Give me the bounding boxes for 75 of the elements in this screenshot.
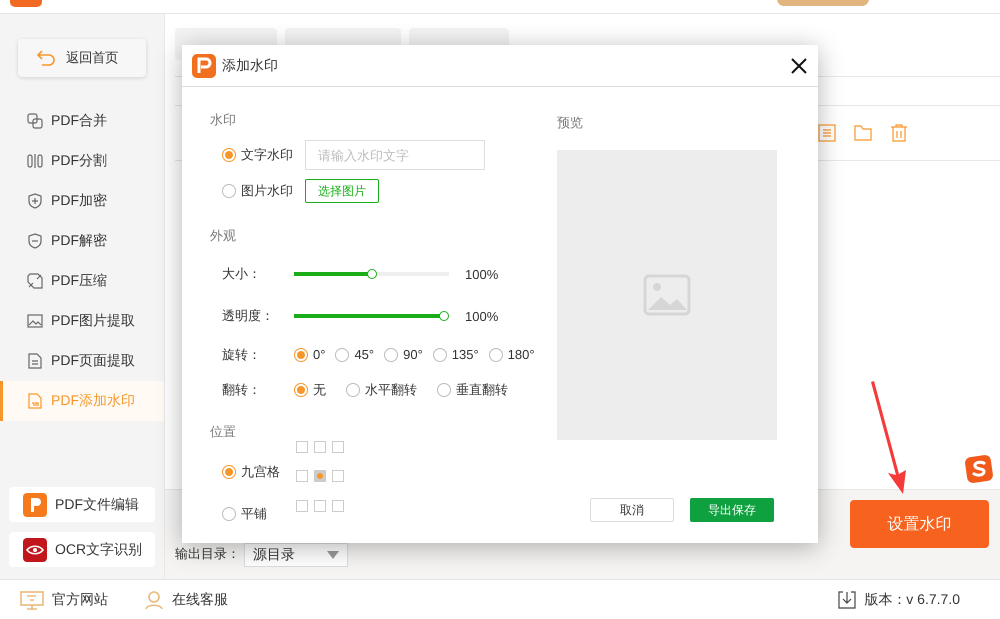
slider-value: 100% xyxy=(465,266,498,282)
tool-card[interactable]: PDF文件编辑 xyxy=(9,487,155,522)
overlap-squares-icon xyxy=(27,113,43,129)
sidebar-item[interactable]: PDF图片提取 xyxy=(0,301,164,341)
slider[interactable] xyxy=(294,268,449,280)
radio-option[interactable]: 0° xyxy=(294,347,326,362)
sogou-input-icon xyxy=(964,454,994,484)
eye-logo-icon xyxy=(23,538,47,562)
compress-icon xyxy=(27,273,43,289)
slider[interactable] xyxy=(294,310,449,322)
split-icon xyxy=(27,153,43,169)
position-mode-option[interactable]: 平铺 xyxy=(222,505,280,523)
document-icon xyxy=(27,353,43,369)
slider-thumb[interactable] xyxy=(439,311,449,321)
grid-position-cell[interactable] xyxy=(332,441,344,453)
image-icon xyxy=(27,313,43,329)
option-label: 旋转： xyxy=(222,346,262,364)
sidebar-item[interactable]: PDF合并 xyxy=(0,101,164,141)
option-label: 翻转： xyxy=(222,380,262,398)
section-heading: 水印 xyxy=(210,111,237,129)
back-home-button[interactable]: 返回首页 xyxy=(18,39,146,77)
app-logo-icon xyxy=(192,54,216,78)
app-logo-icon xyxy=(10,0,42,7)
grid-position-cell[interactable] xyxy=(314,441,326,453)
download-icon xyxy=(838,590,856,608)
shield-plus-icon xyxy=(27,193,43,209)
sidebar-item[interactable]: PDF页面提取 xyxy=(0,341,164,381)
monitor-icon xyxy=(20,590,44,610)
output-directory-select[interactable]: 源目录 xyxy=(244,543,348,567)
grid-position-cell[interactable] xyxy=(296,470,308,482)
grid-position-cell[interactable] xyxy=(332,470,344,482)
person-icon xyxy=(144,590,164,610)
sidebar-item[interactable]: PDF压缩 xyxy=(0,261,164,301)
radio-option[interactable]: 垂直翻转 xyxy=(437,380,508,398)
dropdown-caret-icon xyxy=(327,551,339,559)
sidebar-item[interactable]: PDF加密 xyxy=(0,181,164,221)
grid-position-cell[interactable] xyxy=(296,441,308,453)
watermark-text-input[interactable]: 请输入水印文字 xyxy=(305,140,485,170)
sidebar-item[interactable]: PDF分割 xyxy=(0,141,164,181)
slider-label: 大小： xyxy=(222,265,262,283)
cancel-button[interactable]: 取消 xyxy=(590,498,674,522)
folder-icon xyxy=(854,124,872,142)
position-mode-option[interactable]: 九宫格 xyxy=(222,463,280,481)
radio-option[interactable]: 135° xyxy=(432,347,479,362)
grid-position-cell[interactable] xyxy=(296,500,308,512)
output-directory-label: 输出目录： xyxy=(175,545,240,563)
grid-position-cell[interactable] xyxy=(332,500,344,512)
sidebar-item[interactable]: PDF解密 xyxy=(0,221,164,261)
version-text: 版本：v 6.7.7.0 xyxy=(864,590,960,608)
section-heading: 预览 xyxy=(557,114,584,132)
section-heading: 外观 xyxy=(210,227,237,245)
trash-icon xyxy=(890,124,908,142)
radio-option[interactable]: 45° xyxy=(335,347,374,362)
dialog-title: 添加水印 xyxy=(222,56,278,74)
radio-option[interactable]: 无 xyxy=(294,380,326,398)
slider-thumb[interactable] xyxy=(366,269,376,279)
pdf-logo-icon xyxy=(23,492,47,516)
radio-option[interactable]: 水平翻转 xyxy=(346,380,417,398)
grid-position-cell[interactable] xyxy=(314,500,326,512)
footer-link[interactable]: 官方网站 xyxy=(20,590,108,610)
back-arrow-icon xyxy=(36,48,56,68)
watermark-document-icon xyxy=(27,393,43,409)
watermark-type-option[interactable]: 图片水印 xyxy=(222,182,293,200)
list-icon xyxy=(818,124,836,142)
radio-option[interactable]: 90° xyxy=(384,347,423,362)
footer-link[interactable]: 在线客服 xyxy=(144,590,228,610)
grid-position-cell[interactable] xyxy=(314,470,326,482)
tool-card[interactable]: OCR文字识别 xyxy=(9,532,155,567)
slider-value: 100% xyxy=(465,308,498,324)
section-heading: 位置 xyxy=(210,423,237,441)
radio-option[interactable]: 180° xyxy=(488,347,535,362)
watermark-type-option[interactable]: 文字水印 xyxy=(222,146,293,164)
slider-label: 透明度： xyxy=(222,307,275,325)
close-button[interactable] xyxy=(790,56,808,74)
shield-minus-icon xyxy=(27,233,43,249)
